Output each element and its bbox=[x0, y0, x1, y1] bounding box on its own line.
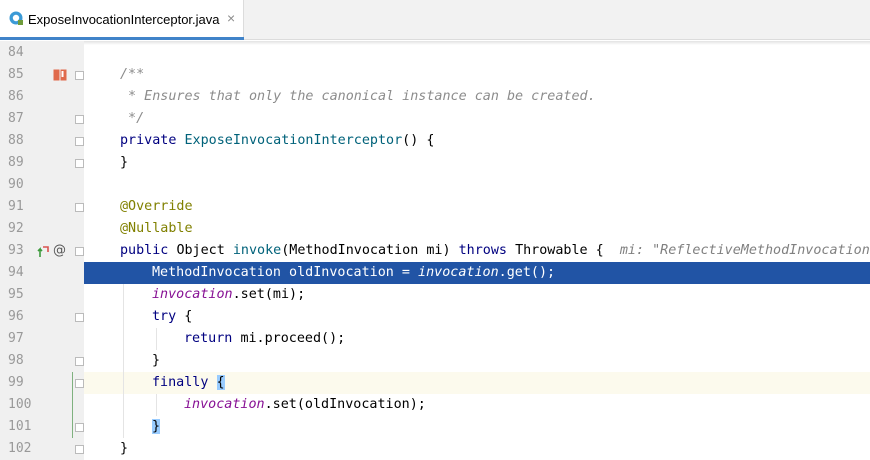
field-token: invocation bbox=[184, 397, 265, 412]
line-number: 102 bbox=[8, 441, 32, 456]
keyword: try bbox=[152, 309, 185, 324]
code-line: 88 private ExposeInvocationInterceptor()… bbox=[0, 130, 870, 152]
keyword: throws bbox=[458, 243, 516, 258]
line-number: 87 bbox=[8, 111, 24, 126]
code-text: public Object invoke(MethodInvocation mi… bbox=[120, 240, 870, 262]
code-text: } bbox=[120, 441, 129, 456]
override-method-icon[interactable] bbox=[37, 244, 50, 258]
fold-toggle-icon[interactable] bbox=[75, 137, 84, 146]
code-token: () { bbox=[402, 133, 435, 148]
code-text: finally { bbox=[152, 372, 225, 394]
java-class-file-icon bbox=[9, 11, 23, 25]
fold-toggle-icon[interactable] bbox=[75, 115, 84, 124]
code-token: { bbox=[184, 309, 193, 324]
code-token: Object bbox=[176, 243, 233, 258]
code-line: 98 } bbox=[0, 350, 870, 372]
code-text: */ bbox=[120, 111, 145, 126]
code-text: return mi.proceed(); bbox=[184, 328, 345, 350]
code-line-selected: 94 MethodInvocation oldInvocation = invo… bbox=[0, 262, 870, 284]
line-number: 97 bbox=[8, 331, 24, 346]
close-tab-icon[interactable]: × bbox=[227, 10, 235, 26]
code-line: 96 try { bbox=[0, 306, 870, 328]
debugger-inline-value: mi: "ReflectiveMethodInvocation: bbox=[619, 243, 870, 258]
line-number: 98 bbox=[8, 353, 24, 368]
code-text: } bbox=[152, 416, 161, 438]
line-number: 85 bbox=[8, 67, 24, 82]
code-token: .set(mi); bbox=[232, 287, 306, 302]
fold-toggle-icon[interactable] bbox=[75, 423, 84, 432]
fold-toggle-icon[interactable] bbox=[75, 247, 84, 256]
keyword: public bbox=[120, 243, 177, 258]
line-number: 92 bbox=[8, 221, 24, 236]
bookmark-icon[interactable] bbox=[53, 69, 67, 81]
line-number: 100 bbox=[8, 397, 32, 412]
code-line: 85 /** bbox=[0, 64, 870, 86]
line-number: 88 bbox=[8, 133, 24, 148]
code-line: 90 bbox=[0, 174, 870, 196]
code-text: } bbox=[120, 155, 129, 170]
line-number: 96 bbox=[8, 309, 24, 324]
code-line: 100 invocation.set(oldInvocation); bbox=[0, 394, 870, 416]
keyword: return bbox=[184, 331, 241, 346]
matched-brace: { bbox=[216, 375, 225, 390]
annotation-at-icon[interactable]: @ bbox=[53, 240, 66, 262]
code-line-caret: 99 finally { bbox=[0, 372, 870, 394]
code-text: } bbox=[152, 353, 161, 368]
code-text: @Nullable bbox=[120, 221, 193, 236]
field-token: invocation bbox=[152, 287, 233, 302]
code-text: @Override bbox=[120, 199, 193, 214]
editor-tab-bar: ExposeInvocationInterceptor.java × bbox=[0, 0, 870, 40]
fold-toggle-icon[interactable] bbox=[75, 445, 84, 454]
line-number: 86 bbox=[8, 89, 24, 104]
code-line: 101 } bbox=[0, 416, 870, 438]
code-text: * Ensures that only the canonical instan… bbox=[120, 89, 596, 104]
code-line: 86 * Ensures that only the canonical ins… bbox=[0, 86, 870, 108]
code-text: invocation.set(mi); bbox=[152, 284, 305, 306]
tab-label: ExposeInvocationInterceptor.java bbox=[28, 12, 220, 27]
code-text: private ExposeInvocationInterceptor() { bbox=[120, 130, 434, 152]
code-text: MethodInvocation oldInvocation = invocat… bbox=[152, 262, 555, 284]
line-number: 84 bbox=[8, 45, 24, 60]
code-line: 95 invocation.set(mi); bbox=[0, 284, 870, 306]
code-line: 92 @Nullable bbox=[0, 218, 870, 240]
fold-toggle-icon[interactable] bbox=[75, 71, 84, 80]
code-token: .set(oldInvocation); bbox=[264, 397, 426, 412]
code-line: 102 } bbox=[0, 438, 870, 460]
line-number: 89 bbox=[8, 155, 24, 170]
line-number: 91 bbox=[8, 199, 24, 214]
fold-toggle-icon[interactable] bbox=[75, 203, 84, 212]
code-token: Throwable { bbox=[515, 243, 604, 258]
line-number: 94 bbox=[8, 265, 24, 280]
code-line: 97 return mi.proceed(); bbox=[0, 328, 870, 350]
field-token: invocation bbox=[418, 265, 499, 280]
keyword: finally bbox=[152, 375, 217, 390]
code-text: invocation.set(oldInvocation); bbox=[184, 394, 426, 416]
line-number: 90 bbox=[8, 177, 24, 192]
code-line: 89 } bbox=[0, 152, 870, 174]
matched-brace: } bbox=[152, 419, 161, 434]
fold-toggle-icon[interactable] bbox=[75, 159, 84, 168]
fold-toggle-icon[interactable] bbox=[75, 357, 84, 366]
line-number: 99 bbox=[8, 375, 24, 390]
code-line: 87 */ bbox=[0, 108, 870, 130]
keyword: private bbox=[120, 133, 185, 148]
line-number: 101 bbox=[8, 419, 32, 434]
code-token: (MethodInvocation mi) bbox=[281, 243, 459, 258]
code-line: 93 @ public Object invoke(MethodInvocati… bbox=[0, 240, 870, 262]
code-token: mi.proceed(); bbox=[240, 331, 346, 346]
code-token: MethodInvocation oldInvocation = bbox=[152, 265, 419, 280]
line-number: 95 bbox=[8, 287, 24, 302]
code-text: /** bbox=[120, 67, 145, 82]
fold-toggle-icon[interactable] bbox=[75, 379, 84, 388]
method-name: invoke bbox=[232, 243, 282, 258]
code-line: 91 @Override bbox=[0, 196, 870, 218]
code-text: try { bbox=[152, 306, 192, 328]
line-number: 93 bbox=[8, 243, 24, 258]
active-tab-indicator bbox=[0, 37, 244, 40]
fold-toggle-icon[interactable] bbox=[75, 313, 84, 322]
code-token: .get(); bbox=[498, 265, 556, 280]
method-name: ExposeInvocationInterceptor bbox=[184, 133, 403, 148]
tab-expose-invocation-interceptor[interactable]: ExposeInvocationInterceptor.java × bbox=[0, 0, 244, 40]
code-line: 84 bbox=[0, 42, 870, 64]
